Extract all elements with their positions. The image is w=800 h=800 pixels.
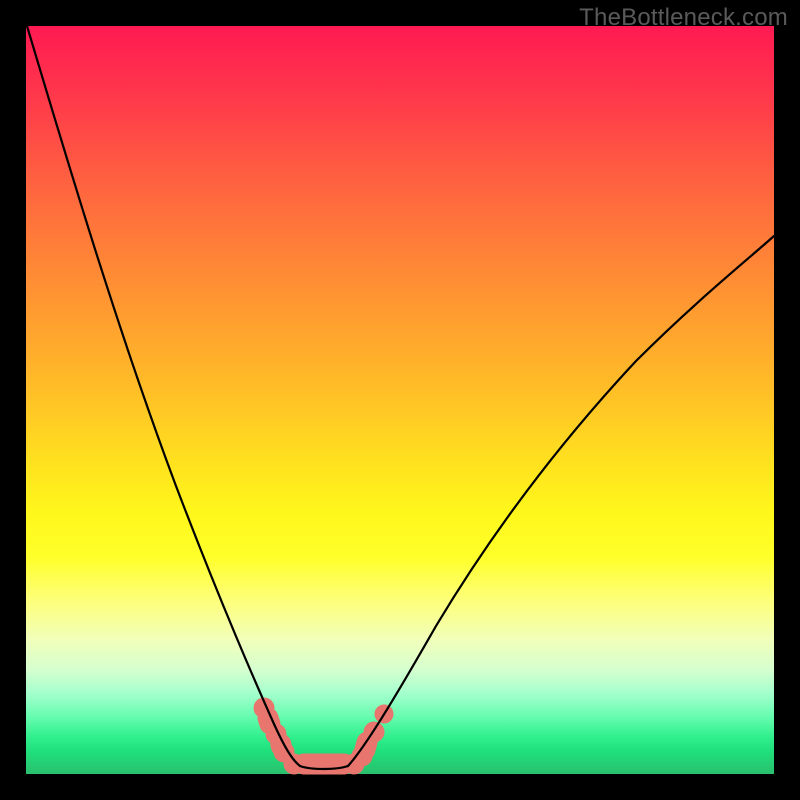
bottleneck-curve bbox=[26, 26, 774, 774]
valley-marker bbox=[254, 698, 393, 774]
chart-area bbox=[26, 26, 774, 774]
watermark-text: TheBottleneck.com bbox=[579, 4, 788, 32]
curve-left-branch bbox=[27, 26, 300, 766]
curve-right-branch bbox=[348, 236, 774, 766]
